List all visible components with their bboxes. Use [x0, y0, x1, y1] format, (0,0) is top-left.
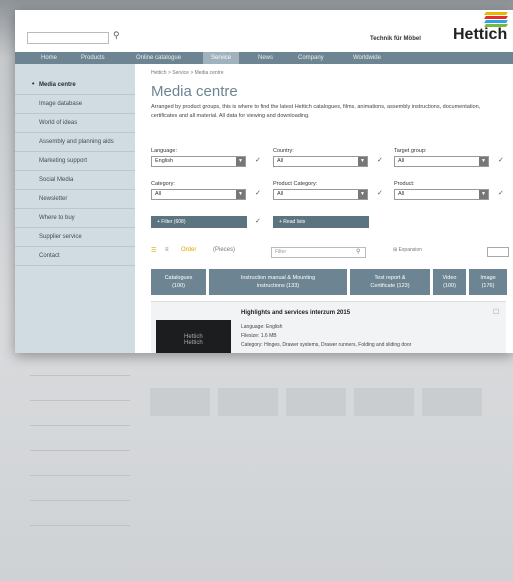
sidebar-item-social-media[interactable]: Social Media [15, 171, 135, 190]
chevron-down-icon: ▼ [236, 157, 245, 166]
action-buttons: + Filter (608) ✓ + Read lists [151, 216, 511, 230]
language-select[interactable]: English ▼ [151, 156, 246, 167]
chevron-down-icon: ▼ [358, 157, 367, 166]
checkmark-icon: ✓ [377, 157, 383, 164]
product-select[interactable]: All ▼ [394, 189, 489, 200]
media-language: Language: English [241, 324, 283, 330]
tab-catalogues[interactable]: Catalogues (100) [151, 269, 206, 295]
tab-test-reports[interactable]: Test report & Certificate (123) [350, 269, 430, 295]
checkmark-icon: ✓ [255, 190, 261, 197]
sidebar-item-image-database[interactable]: Image database [15, 95, 135, 114]
product-label: Product: [394, 181, 415, 187]
filter-button[interactable]: + Filter (608) [151, 216, 247, 228]
page-title: Media centre [151, 83, 238, 100]
main-nav: Home Products Online catalogue Service N… [15, 52, 513, 64]
media-filesize: Filesize: 1.6 MB [241, 333, 277, 339]
breadcrumb[interactable]: Hettich > Service > Media centre [151, 70, 513, 76]
target-group-select[interactable]: All ▼ [394, 156, 489, 167]
brand-slogan: Technik für Möbel [370, 36, 421, 42]
search-icon[interactable]: ⚲ [356, 248, 360, 255]
search-icon[interactable]: ⚲ [113, 30, 120, 41]
grid-view-icon[interactable] [487, 247, 509, 257]
chevron-down-icon: ▼ [479, 190, 488, 199]
tab-instruction-manuals[interactable]: Instruction manual & Mounting instruction… [209, 269, 347, 295]
sidebar-item-media-centre[interactable]: Media centre [15, 76, 135, 95]
thumbnail-logo: Hettich Hettich [184, 334, 203, 346]
pieces-toggle[interactable]: (Pieces) [213, 247, 235, 253]
nav-item-company[interactable]: Company [290, 52, 332, 64]
nav-item-worldwide[interactable]: Worldwide [345, 52, 389, 64]
media-type-tabs: Catalogues (100) Instruction manual & Mou… [151, 269, 507, 295]
media-thumbnail[interactable]: Hettich Hettich [156, 320, 231, 353]
checkmark-icon: ✓ [377, 190, 383, 197]
chevron-down-icon: ▼ [479, 157, 488, 166]
media-result-card[interactable]: Hettich Hettich Highlights and services i… [151, 301, 506, 353]
nav-item-products[interactable]: Products [73, 52, 113, 64]
checkmark-icon: ✓ [255, 157, 261, 164]
sidebar-item-contact[interactable]: Contact [15, 247, 135, 266]
sidebar-item-supplier-service[interactable]: Supplier service [15, 228, 135, 247]
hettich-logo[interactable]: Hettich [453, 26, 507, 44]
nav-item-news[interactable]: News [250, 52, 281, 64]
browser-window: ⚲ Technik für Möbel Hettich Home Product… [15, 10, 513, 353]
backdrop-tabs-reflection [150, 388, 510, 421]
country-label: Country: [273, 148, 294, 154]
language-label: Language: [151, 148, 177, 154]
sidebar-item-marketing-support[interactable]: Marketing support [15, 152, 135, 171]
checkmark-icon: ✓ [255, 218, 261, 225]
site-search-input[interactable] [27, 32, 109, 44]
chevron-down-icon: ▼ [358, 190, 367, 199]
backdrop-sidebar-reflection [30, 350, 130, 581]
nav-item-service[interactable]: Service [203, 52, 240, 64]
media-categories: Category: Hinges, Drawer systems, Drawer… [241, 342, 412, 348]
checkmark-icon: ✓ [498, 157, 504, 164]
product-category-select[interactable]: All ▼ [273, 189, 368, 200]
main-content: Hettich > Service > Media centre Media c… [135, 64, 513, 353]
sidebar-item-newsletter[interactable]: Newsletter [15, 190, 135, 209]
order-toggle[interactable]: Order [181, 247, 196, 253]
category-label: Category: [151, 181, 175, 187]
category-select[interactable]: All ▼ [151, 189, 246, 200]
results-search-input[interactable]: Filter [271, 247, 366, 258]
bookmark-icon[interactable]: ☐ [493, 308, 499, 316]
list-view-icon[interactable]: ☰ [151, 247, 156, 254]
sort-icon[interactable]: ≡ [165, 247, 169, 253]
sidebar-item-world-of-ideas[interactable]: World of ideas [15, 114, 135, 133]
result-toolbar: ☰ ≡ Order (Pieces) Filter ⚲ ⊞ Expansion [151, 247, 511, 259]
filter-panel: Language: English ▼ ✓ Country: All ▼ ✓ Tar… [151, 148, 511, 214]
sidebar: Media centre Image database World of ide… [15, 64, 135, 353]
expansion-toggle[interactable]: ⊞ Expansion [393, 247, 422, 253]
target-group-label: Target group: [394, 148, 427, 154]
nav-item-home[interactable]: Home [33, 52, 65, 64]
read-lists-button[interactable]: + Read lists [273, 216, 369, 228]
media-title[interactable]: Highlights and services interzum 2015 [241, 310, 350, 316]
nav-item-online-catalogue[interactable]: Online catalogue [128, 52, 189, 64]
country-select[interactable]: All ▼ [273, 156, 368, 167]
product-category-label: Product Category: [273, 181, 318, 187]
checkmark-icon: ✓ [498, 190, 504, 197]
page-intro: Arranged by product groups, this is wher… [151, 104, 481, 119]
tab-video[interactable]: Video (100) [433, 269, 466, 295]
sidebar-item-assembly-planning[interactable]: Assembly and planning aids [15, 133, 135, 152]
tab-image[interactable]: Image (176) [469, 269, 507, 295]
sidebar-item-where-to-buy[interactable]: Where to buy [15, 209, 135, 228]
topbar: ⚲ Technik für Möbel Hettich [15, 10, 513, 50]
chevron-down-icon: ▼ [236, 190, 245, 199]
